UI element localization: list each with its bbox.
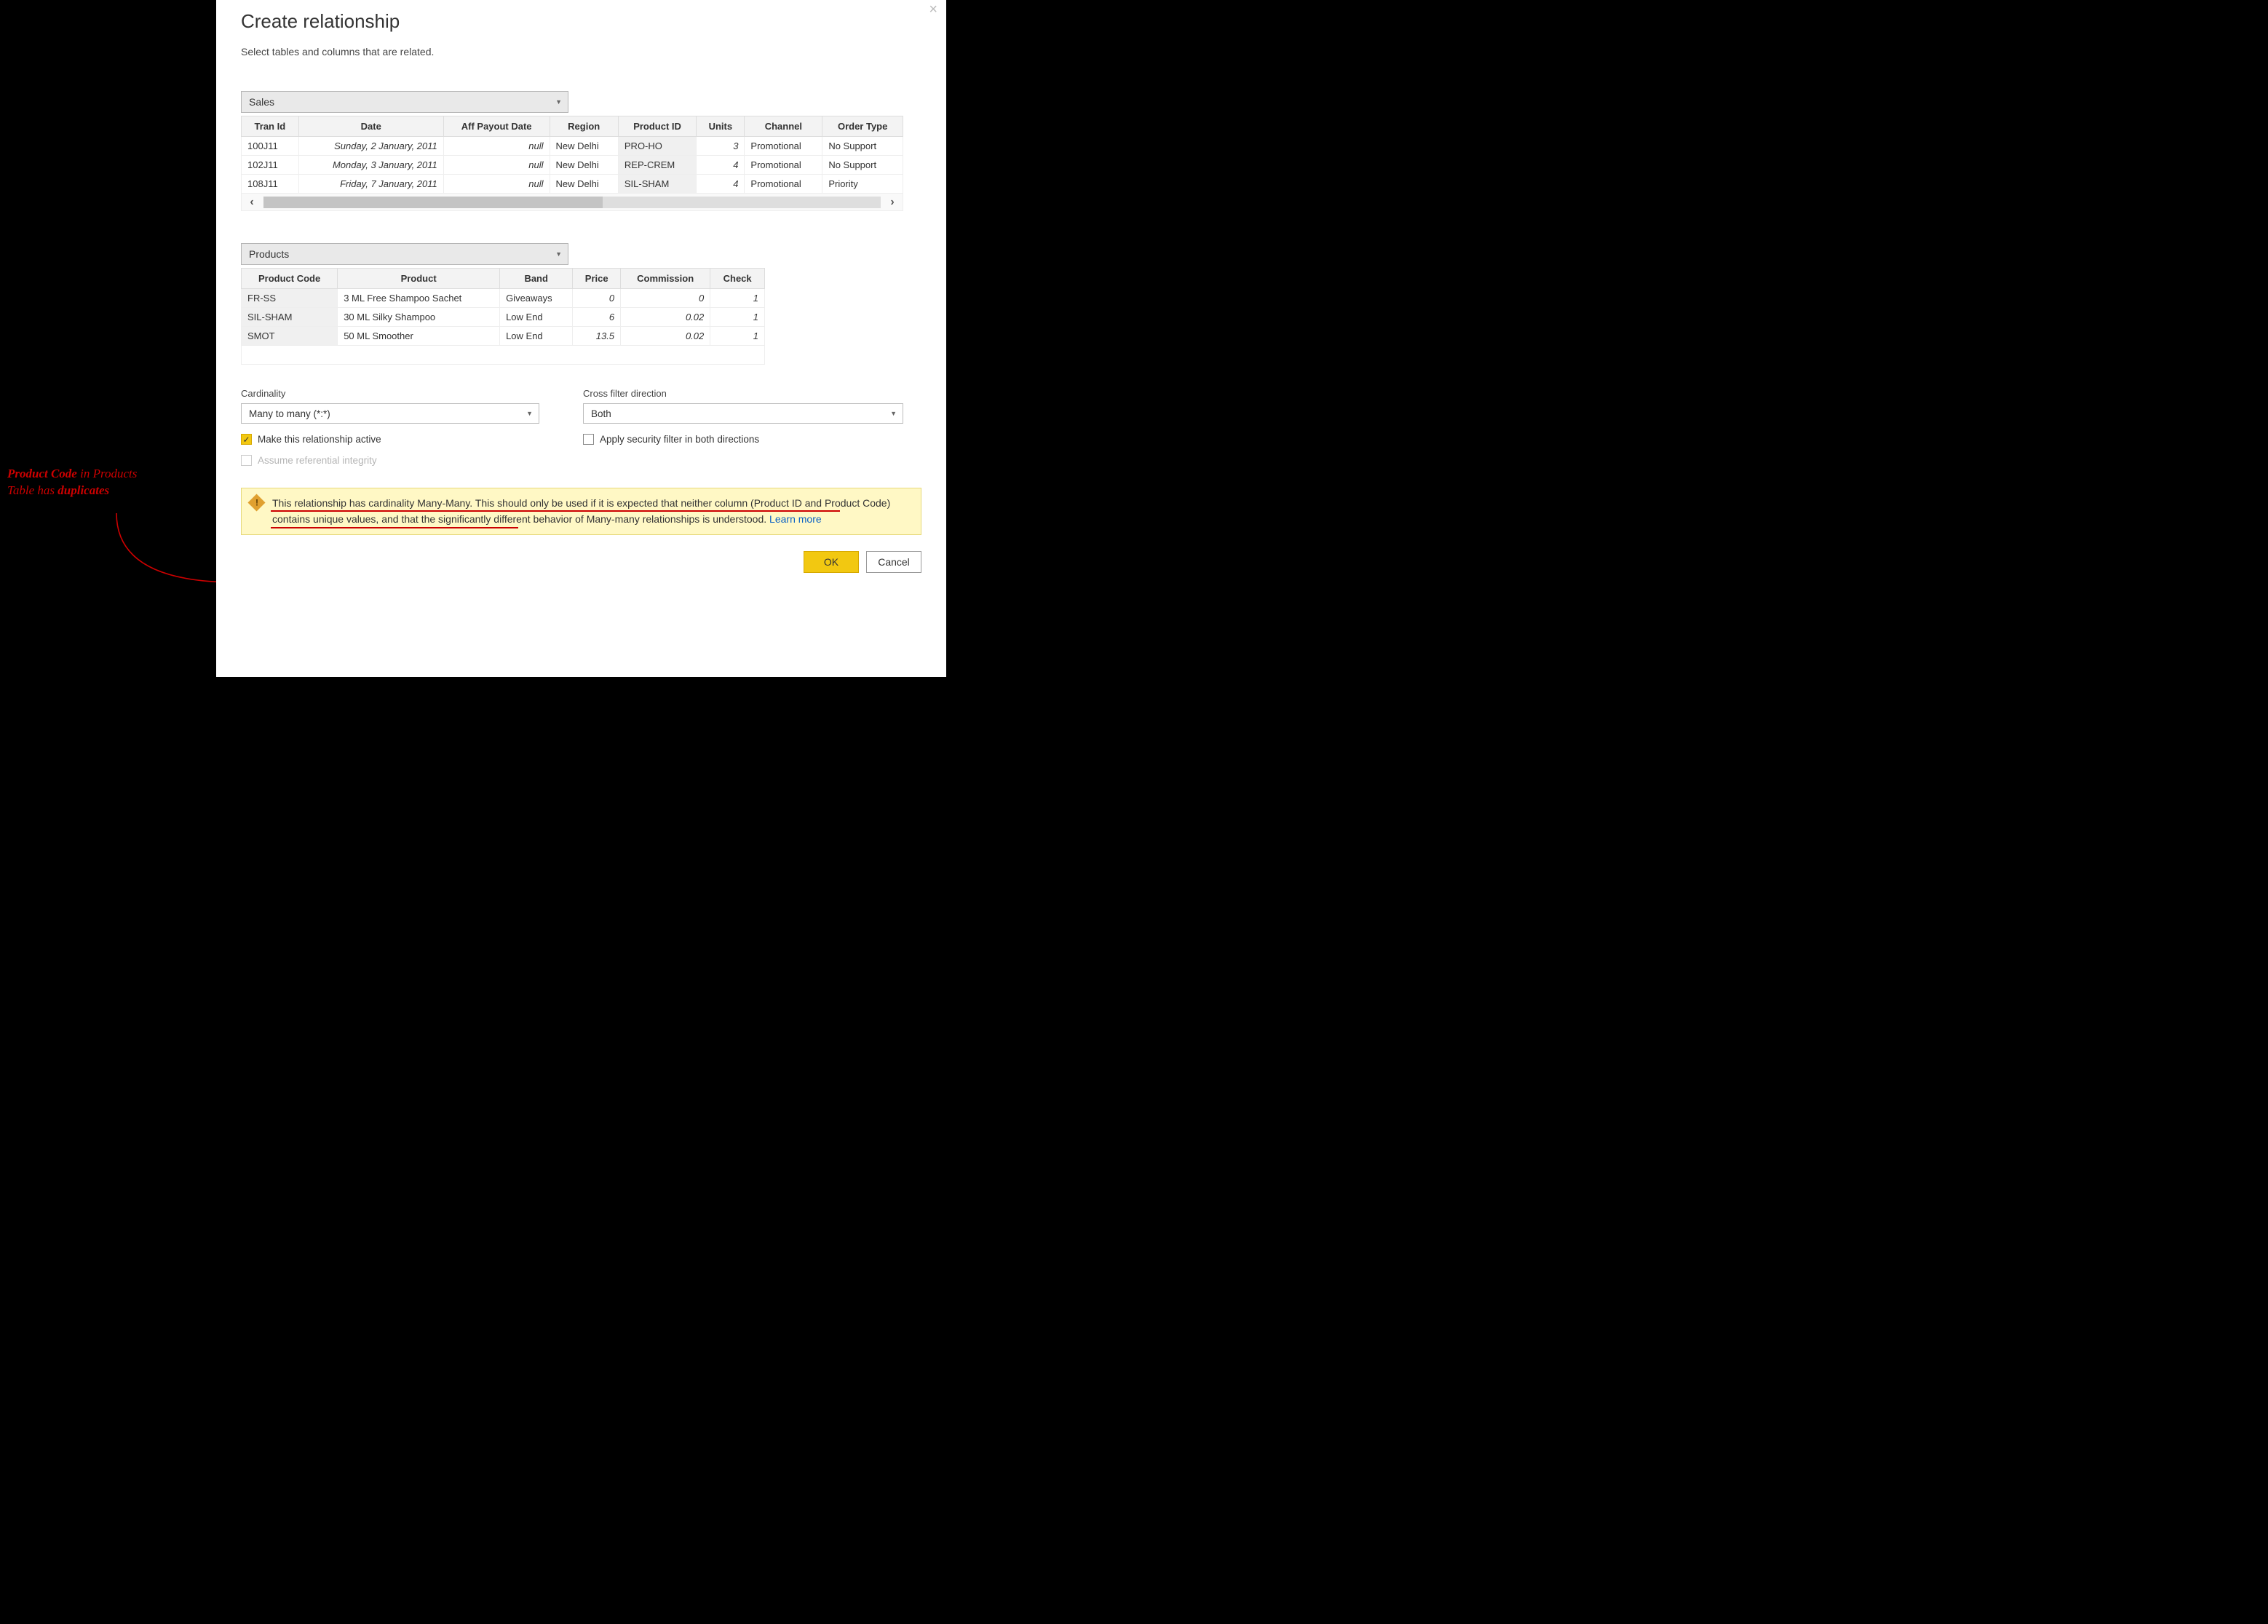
- table2-h-1[interactable]: Product: [338, 269, 500, 289]
- make-active-label: Make this relationship active: [258, 434, 381, 445]
- table2-h-2[interactable]: Band: [500, 269, 573, 289]
- assume-ref-line: Assume referential integrity: [241, 455, 539, 466]
- close-icon[interactable]: ×: [929, 1, 937, 18]
- table1-h-0[interactable]: Tran Id: [242, 116, 299, 137]
- chevron-down-icon: ▼: [890, 410, 897, 417]
- scroll-right-icon[interactable]: ›: [882, 194, 903, 210]
- warning-icon: !: [247, 494, 265, 511]
- table1-h-2[interactable]: Aff Payout Date: [443, 116, 550, 137]
- button-row: OK Cancel: [241, 551, 921, 573]
- apply-security-checkbox[interactable]: [583, 434, 594, 445]
- table1-block: Sales ▼ Tran Id Date Aff Payout Date Reg…: [241, 91, 903, 211]
- annotation-text: Product Code in Products Table has dupli…: [7, 466, 211, 499]
- annotation-strong-2: duplicates: [58, 483, 109, 497]
- scroll-track[interactable]: [263, 197, 881, 208]
- assume-ref-label: Assume referential integrity: [258, 455, 377, 466]
- cardinality-value: Many to many (*:*): [249, 408, 330, 419]
- chevron-down-icon: ▼: [526, 410, 533, 417]
- crossfilter-label: Cross filter direction: [583, 388, 903, 399]
- table2-h-3[interactable]: Price: [573, 269, 621, 289]
- table-row[interactable]: SIL-SHAM30 ML Silky ShampooLow End60.021: [242, 308, 765, 327]
- table1: Tran Id Date Aff Payout Date Region Prod…: [241, 116, 903, 194]
- table2-h-5[interactable]: Check: [710, 269, 765, 289]
- table1-header-row: Tran Id Date Aff Payout Date Region Prod…: [242, 116, 903, 137]
- table2-empty-row: [241, 346, 765, 365]
- scroll-thumb[interactable]: [263, 197, 603, 208]
- table2: Product Code Product Band Price Commissi…: [241, 268, 765, 346]
- make-active-checkbox[interactable]: ✓: [241, 434, 252, 445]
- annotation-rest-1: in Products: [77, 467, 137, 480]
- annotation-pre-2: Table has: [7, 483, 58, 497]
- cancel-button[interactable]: Cancel: [866, 551, 921, 573]
- assume-ref-checkbox: [241, 455, 252, 466]
- table-row[interactable]: 100J11Sunday, 2 January, 2011nullNew Del…: [242, 137, 903, 156]
- cardinality-label: Cardinality: [241, 388, 539, 399]
- table-row[interactable]: FR-SS3 ML Free Shampoo SachetGiveaways00…: [242, 289, 765, 308]
- scroll-left-icon[interactable]: ‹: [242, 194, 262, 210]
- ok-button[interactable]: OK: [804, 551, 859, 573]
- learn-more-link[interactable]: Learn more: [769, 513, 822, 525]
- underline-annotation-1: [271, 510, 840, 512]
- table-row[interactable]: SMOT50 ML SmootherLow End13.50.021: [242, 327, 765, 346]
- table1-select[interactable]: Sales ▼: [241, 91, 568, 113]
- table1-h-7[interactable]: Order Type: [822, 116, 903, 137]
- table2-header-row: Product Code Product Band Price Commissi…: [242, 269, 765, 289]
- crossfilter-value: Both: [591, 408, 611, 419]
- table1-h-3[interactable]: Region: [550, 116, 618, 137]
- underline-annotation-2: [271, 527, 518, 528]
- table-row[interactable]: 108J11Friday, 7 January, 2011nullNew Del…: [242, 175, 903, 194]
- apply-security-label: Apply security filter in both directions: [600, 434, 759, 445]
- cardinality-select[interactable]: Many to many (*:*) ▼: [241, 403, 539, 424]
- table-row[interactable]: 102J11Monday, 3 January, 2011nullNew Del…: [242, 156, 903, 175]
- chevron-down-icon: ▼: [555, 250, 562, 258]
- table1-h-5[interactable]: Units: [697, 116, 745, 137]
- table1-h-6[interactable]: Channel: [745, 116, 822, 137]
- table2-select-value: Products: [249, 248, 289, 260]
- dialog-main: × Create relationship Select tables and …: [216, 0, 946, 677]
- make-active-line[interactable]: ✓ Make this relationship active: [241, 434, 539, 445]
- chevron-down-icon: ▼: [555, 98, 562, 106]
- options-row: Cardinality Many to many (*:*) ▼ ✓ Make …: [241, 388, 921, 466]
- table2-h-4[interactable]: Commission: [621, 269, 710, 289]
- crossfilter-select[interactable]: Both ▼: [583, 403, 903, 424]
- left-black-pane: Product Code in Products Table has dupli…: [0, 0, 216, 677]
- page-title: Create relationship: [241, 10, 921, 33]
- table1-select-value: Sales: [249, 96, 274, 108]
- table2-h-0[interactable]: Product Code: [242, 269, 338, 289]
- page-subtitle: Select tables and columns that are relat…: [241, 46, 921, 58]
- apply-security-line[interactable]: Apply security filter in both directions: [583, 434, 903, 445]
- table1-h-4[interactable]: Product ID: [618, 116, 696, 137]
- annotation-strong-1: Product Code: [7, 467, 77, 480]
- table1-h-1[interactable]: Date: [298, 116, 443, 137]
- table1-scrollbar[interactable]: ‹ ›: [241, 194, 903, 211]
- warning-box: ! This relationship has cardinality Many…: [241, 488, 921, 535]
- table2-select[interactable]: Products ▼: [241, 243, 568, 265]
- table2-block: Products ▼ Product Code Product Band Pri…: [241, 243, 765, 365]
